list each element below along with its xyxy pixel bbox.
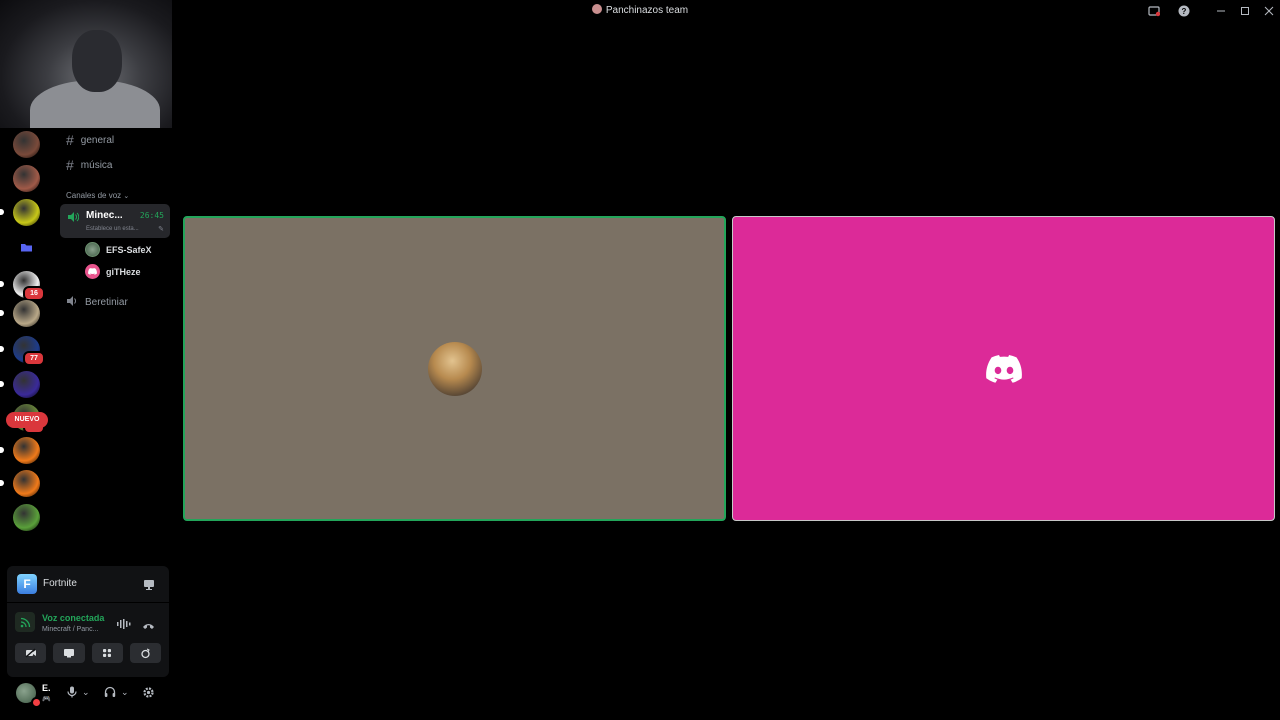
voice-user-name: giTHeze [106, 266, 141, 277]
voice-action-buttons [15, 643, 161, 665]
speaker-icon [67, 210, 80, 228]
channel-label: música [80, 159, 113, 171]
server-icon-6[interactable] [13, 300, 40, 327]
chevron-down-icon[interactable]: ⌄ [82, 687, 90, 698]
unread-indicator [0, 447, 4, 453]
server-icon-4[interactable] [13, 234, 40, 261]
help-icon[interactable]: ? [1176, 3, 1192, 19]
chevron-down-icon: ⌄ [123, 193, 130, 200]
video-tile-user-2[interactable] [732, 216, 1275, 521]
share-screen-button[interactable] [53, 643, 85, 663]
maximize-icon[interactable] [1237, 3, 1253, 19]
server-icon [591, 4, 602, 14]
gamepad-icon: 🎮 [42, 696, 51, 703]
unread-indicator [0, 480, 4, 486]
unread-indicator [0, 381, 4, 387]
activity-panel[interactable]: F Fortnite [7, 566, 169, 602]
user-avatar-large [427, 341, 482, 396]
window-title: Panchinazos team [0, 4, 1280, 16]
status-dnd-icon [31, 697, 42, 708]
voice-stage [176, 22, 1280, 720]
microphone-button[interactable]: ⌄ [67, 686, 90, 698]
unread-indicator [0, 346, 4, 352]
user-panel: E. 🎮 ⌄ ⌄ [7, 677, 169, 711]
server-icon-2[interactable] [13, 165, 40, 192]
voice-connected-status[interactable]: Voz conectada [42, 613, 104, 623]
gear-icon [143, 687, 154, 698]
inbox-icon[interactable] [1146, 3, 1162, 19]
discord-logo-icon [985, 354, 1022, 383]
mention-badge: 16 [23, 286, 45, 301]
window-title-text: Panchinazos team [605, 5, 689, 16]
signal-icon[interactable] [15, 612, 35, 632]
voice-user-name: EFS-SafeX [106, 244, 152, 255]
voice-channel-beretiniar[interactable]: Beretiniar [66, 295, 128, 310]
voice-channel-name: Minec... [86, 210, 123, 221]
headphones-icon [104, 686, 116, 697]
voice-user[interactable]: EFS-SafeX [85, 242, 152, 257]
voice-status-text[interactable]: Establece un esta... [86, 226, 139, 232]
folder-icon [21, 244, 32, 252]
disconnect-icon[interactable] [142, 617, 155, 635]
server-icon-11[interactable] [13, 470, 40, 497]
voice-channel-active[interactable]: Minec... 26:45 Establece un esta... ✎ [60, 204, 170, 238]
category-label: Canales de voz [66, 191, 122, 200]
camera-off-button[interactable] [15, 643, 47, 663]
voice-timer: 26:45 [139, 211, 164, 220]
headphones-button[interactable]: ⌄ [104, 686, 129, 698]
voice-channel-path[interactable]: Minecraft / Panc... [42, 626, 98, 633]
hash-icon: # [66, 157, 74, 173]
activities-button[interactable] [91, 643, 123, 663]
server-icon-12[interactable] [13, 504, 40, 531]
pencil-icon[interactable]: ✎ [158, 225, 164, 233]
avatar [85, 242, 100, 257]
server-icon-3[interactable] [13, 199, 40, 226]
channel-list: # general # música Canales de voz ⌄ Minec.… [54, 128, 176, 564]
server-icon-10[interactable] [13, 437, 40, 464]
webcam-overlay [0, 0, 172, 128]
svg-text:?: ? [1182, 7, 1187, 16]
channel-label: Beretiniar [85, 297, 128, 308]
minimize-icon[interactable] [1213, 3, 1229, 19]
hash-icon: # [66, 132, 74, 148]
server-icon-8[interactable] [13, 371, 40, 398]
speaker-icon [66, 295, 78, 310]
unread-indicator [0, 310, 4, 316]
new-button[interactable]: NUEVO [6, 412, 48, 428]
unread-indicator [0, 281, 4, 287]
title-bar: Panchinazos team ? [0, 0, 1280, 22]
chevron-down-icon[interactable]: ⌄ [121, 687, 129, 698]
microphone-icon [67, 686, 77, 698]
unread-indicator [0, 209, 4, 215]
voice-user[interactable]: giTHeze [85, 264, 141, 279]
activity-game-name: Fortnite [43, 578, 77, 589]
channel-general[interactable]: # general [66, 132, 114, 148]
soundboard-icon [141, 648, 150, 658]
camera-off-icon [25, 648, 36, 658]
voice-category-header[interactable]: Canales de voz ⌄ [66, 191, 129, 200]
soundboard-button[interactable] [129, 643, 161, 663]
settings-button[interactable] [142, 686, 155, 699]
mention-badge: 77 [23, 351, 45, 366]
channel-musica[interactable]: # música [66, 157, 112, 173]
noise-suppression-icon[interactable] [117, 616, 131, 634]
avatar [85, 264, 100, 279]
activities-icon [103, 649, 112, 657]
fortnite-icon: F [17, 574, 37, 594]
server-icon-1[interactable] [13, 131, 40, 158]
channel-label: general [80, 134, 115, 146]
screen-share-icon[interactable] [143, 577, 155, 595]
user-name[interactable]: E. [42, 683, 51, 693]
webcam-person-head [72, 30, 122, 92]
voice-connection-panel: Voz conectada Minecraft / Panc... [7, 603, 169, 677]
screen-share-icon [63, 649, 74, 658]
video-tile-user-1[interactable] [183, 216, 726, 521]
close-icon[interactable] [1261, 3, 1277, 19]
